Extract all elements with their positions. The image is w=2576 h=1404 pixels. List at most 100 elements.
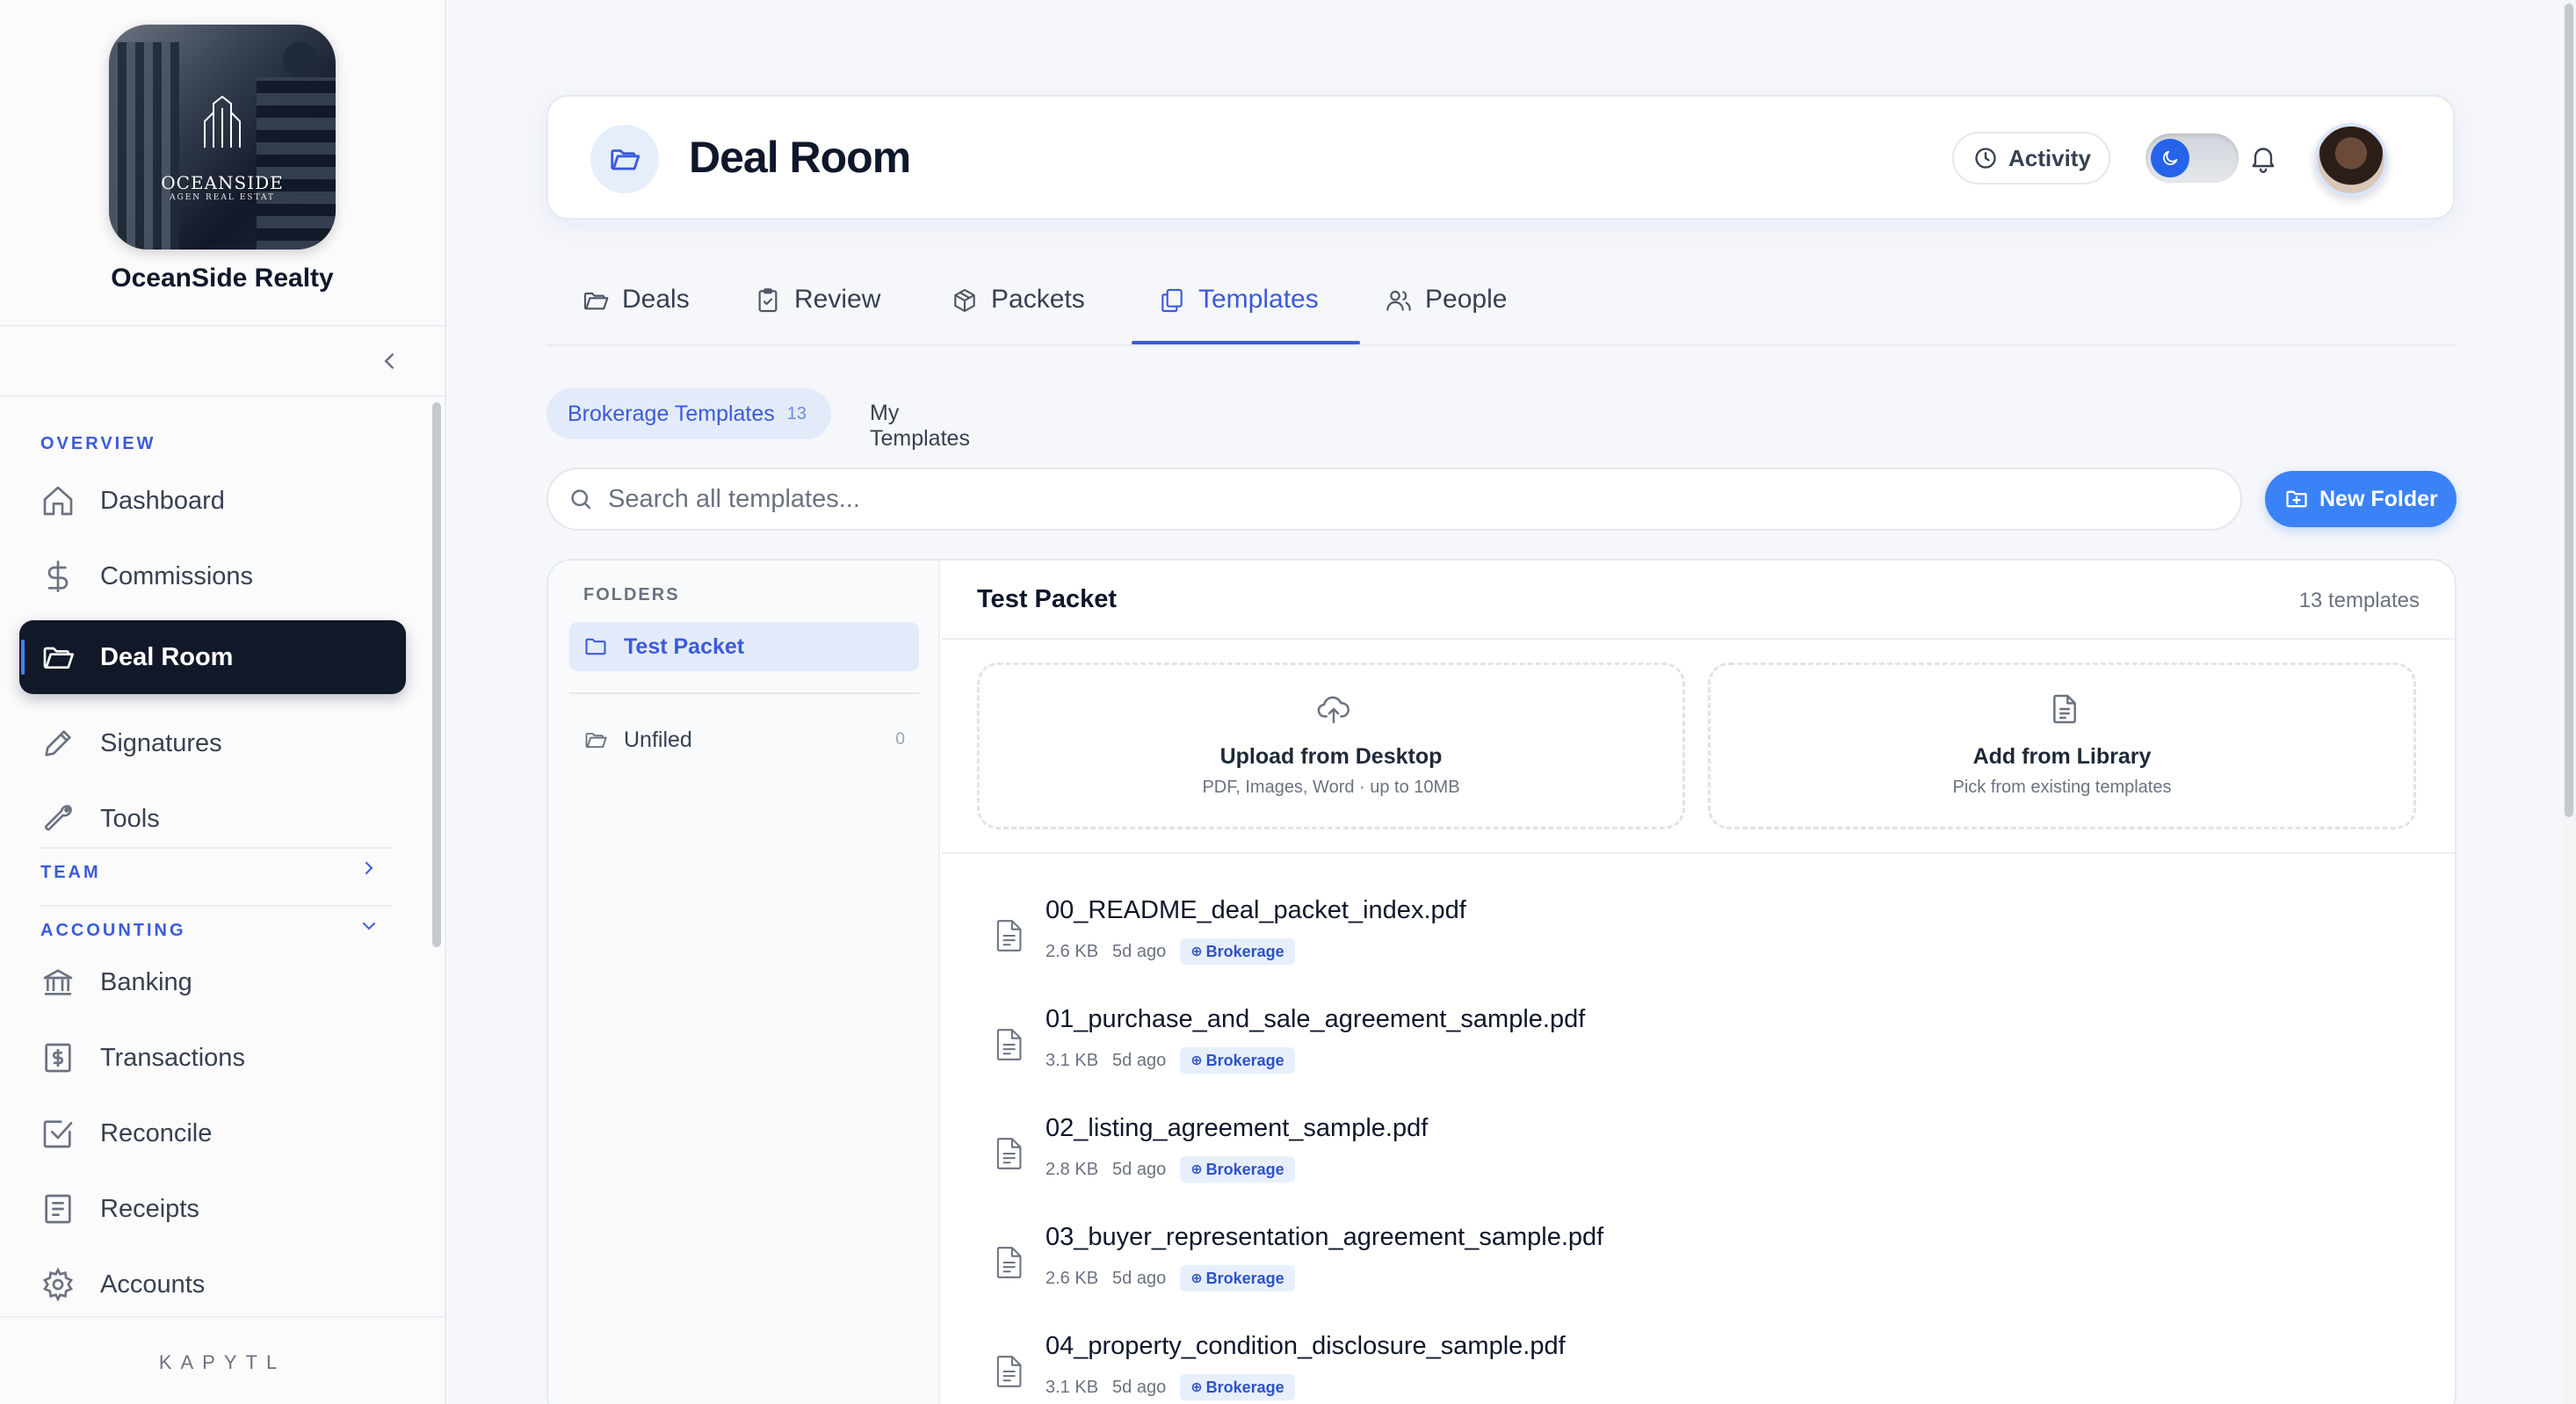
page-scrollbar-thumb[interactable] <box>2565 4 2573 817</box>
folder-plus-icon <box>2284 487 2309 511</box>
template-file-row[interactable]: 00_README_deal_packet_index.pdf 2.6 KB 5… <box>995 891 2400 979</box>
upload-from-desktop-dropzone[interactable]: Upload from Desktop PDF, Images, Word · … <box>977 662 1685 829</box>
subtab-count: 13 <box>786 403 807 423</box>
file-name: 03_buyer_representation_agreement_sample… <box>1046 1223 1604 1251</box>
sidebar-item-banking[interactable]: Banking <box>19 945 406 1019</box>
folder-item-unfiled[interactable]: Unfiled 0 <box>569 715 919 764</box>
brokerage-badge: ⊕ Brokerage <box>1180 938 1295 965</box>
template-file-row[interactable]: 02_listing_agreement_sample.pdf 2.8 KB 5… <box>995 1109 2400 1197</box>
tab-deals[interactable]: Deals <box>582 285 690 344</box>
sidebar-item-label: Reconcile <box>100 1118 213 1147</box>
divider <box>40 905 392 907</box>
folder-contents: Test Packet 13 templates Upload from Des… <box>942 561 2455 1404</box>
sidebar: OCEANSIDE AGEN REAL ESTAT OceanSide Real… <box>0 0 446 1404</box>
activity-button[interactable]: Activity <box>1952 132 2110 185</box>
package-icon <box>951 286 979 315</box>
tab-people[interactable]: People <box>1385 285 1507 344</box>
sidebar-item-tools[interactable]: Tools <box>19 782 406 856</box>
file-meta: 3.1 KB 5d ago ⊕ Brokerage <box>1046 1047 1295 1074</box>
pen-icon <box>40 726 76 761</box>
file-icon <box>995 1246 1024 1279</box>
file-icon <box>995 1137 1024 1170</box>
file-name: 04_property_condition_disclosure_sample.… <box>1046 1332 1566 1360</box>
brand-name: OceanSide Realty <box>111 264 334 293</box>
file-size: 3.1 KB <box>1046 1377 1099 1397</box>
footer-brand: KAPYTL <box>158 1351 286 1373</box>
receipt-dollar-icon <box>40 1040 76 1075</box>
globe-icon: ⊕ <box>1190 1162 1203 1177</box>
file-age: 5d ago <box>1112 1268 1167 1288</box>
sidebar-item-label: Deal Room <box>100 642 234 671</box>
sidebar-item-label: Dashboard <box>100 486 225 515</box>
main-content: Deal Room Activity Deals Review Packets … <box>448 0 2562 1404</box>
moon-icon <box>2151 139 2189 177</box>
new-folder-button[interactable]: New Folder <box>2265 471 2457 527</box>
receipt-icon <box>40 1191 76 1227</box>
template-count: 13 templates <box>2298 589 2420 612</box>
sidebar-nav: OVERVIEW Dashboard Commissions Deal Room… <box>0 397 431 1316</box>
users-icon <box>1385 286 1413 315</box>
brokerage-badge: ⊕ Brokerage <box>1180 1265 1295 1292</box>
brokerage-badge: ⊕ Brokerage <box>1180 1047 1295 1074</box>
tab-templates[interactable]: Templates <box>1158 285 1319 344</box>
folder-icon <box>582 286 610 315</box>
badge-label: Brokerage <box>1205 1269 1284 1287</box>
sidebar-scrollbar[interactable] <box>432 402 441 947</box>
badge-label: Brokerage <box>1205 1051 1284 1069</box>
badge-label: Brokerage <box>1205 1160 1284 1178</box>
sidebar-item-dashboard[interactable]: Dashboard <box>19 464 406 538</box>
sidebar-item-accounts[interactable]: Accounts <box>19 1248 406 1316</box>
file-icon <box>995 919 1024 952</box>
search-input[interactable] <box>608 484 2189 514</box>
folder-name: Unfiled <box>624 727 692 752</box>
sidebar-item-reconcile[interactable]: Reconcile <box>19 1096 406 1170</box>
folder-item-test-packet[interactable]: Test Packet <box>569 622 919 671</box>
template-file-row[interactable]: 01_purchase_and_sale_agreement_sample.pd… <box>995 1000 2400 1088</box>
clipboard-check-icon <box>754 286 782 315</box>
subtab-brokerage-templates[interactable]: Brokerage Templates 13 <box>546 388 831 439</box>
page-scrollbar[interactable] <box>2562 0 2576 1404</box>
sidebar-item-signatures[interactable]: Signatures <box>19 706 406 780</box>
badge-label: Brokerage <box>1205 942 1284 960</box>
library-subtitle: Pick from existing templates <box>1952 778 2172 797</box>
company-logo[interactable]: OCEANSIDE AGEN REAL ESTAT <box>109 25 336 250</box>
sidebar-item-receipts[interactable]: Receipts <box>19 1172 406 1246</box>
document-icon <box>2047 691 2082 727</box>
home-icon <box>40 483 76 518</box>
building-mark-icon <box>200 95 244 156</box>
sidebar-item-label: Banking <box>100 967 192 996</box>
logo-subtitle: AGEN REAL ESTAT <box>170 193 275 202</box>
tab-label: Packets <box>991 285 1085 314</box>
collapse-sidebar-chevron-left-icon[interactable] <box>376 348 402 374</box>
sidebar-item-deal-room[interactable]: Deal Room <box>19 620 406 694</box>
section-tabs: Deals Review Packets Templates People <box>546 264 2455 346</box>
team-chevron-right-icon[interactable] <box>358 858 380 885</box>
file-name: 02_listing_agreement_sample.pdf <box>1046 1114 1429 1142</box>
add-from-library-dropzone[interactable]: Add from Library Pick from existing temp… <box>1708 662 2416 829</box>
section-team[interactable]: TEAM <box>40 863 101 883</box>
page-title: Deal Room <box>689 133 911 182</box>
collapse-bar <box>0 327 445 397</box>
dark-mode-toggle[interactable] <box>2145 134 2239 183</box>
tab-packets[interactable]: Packets <box>951 285 1085 344</box>
subtab-label: Brokerage Templates <box>568 401 775 426</box>
activity-label: Activity <box>2008 144 2091 171</box>
sidebar-item-label: Tools <box>100 804 160 833</box>
section-accounting[interactable]: ACCOUNTING <box>40 921 186 941</box>
sidebar-item-transactions[interactable]: Transactions <box>19 1021 406 1095</box>
folder-icon <box>583 634 608 659</box>
subtab-my-templates[interactable]: My Templates <box>870 401 970 452</box>
brokerage-badge: ⊕ Brokerage <box>1180 1156 1295 1183</box>
accounting-chevron-down-icon[interactable] <box>358 915 380 943</box>
clock-icon <box>1973 146 1998 170</box>
sidebar-item-label: Accounts <box>100 1270 206 1299</box>
logo-name: OCEANSIDE <box>161 172 284 193</box>
notifications-bell-icon[interactable] <box>2247 142 2279 174</box>
user-avatar[interactable] <box>2314 123 2388 197</box>
template-file-row[interactable]: 03_buyer_representation_agreement_sample… <box>995 1218 2400 1306</box>
template-file-row[interactable]: 04_property_condition_disclosure_sample.… <box>995 1327 2400 1404</box>
tab-review[interactable]: Review <box>754 285 880 344</box>
sidebar-item-commissions[interactable]: Commissions <box>19 539 406 613</box>
copy-icon <box>1158 286 1186 315</box>
file-age: 5d ago <box>1112 941 1167 961</box>
